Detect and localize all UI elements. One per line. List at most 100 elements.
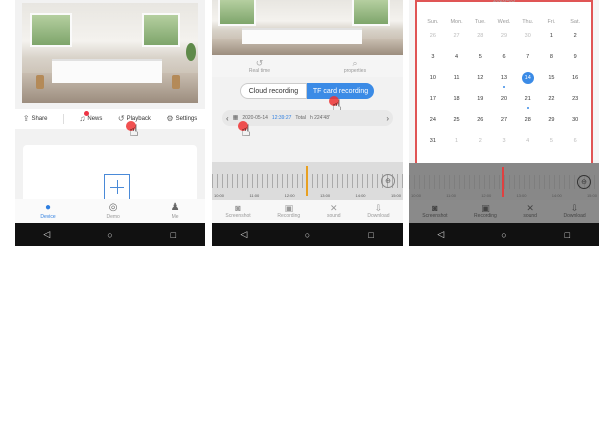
calendar-day[interactable]: 30 xyxy=(563,112,587,133)
calendar-day[interactable]: 3 xyxy=(492,133,516,154)
properties-button[interactable]: ⌕ properties xyxy=(344,58,366,74)
calendar-day-number: 15 xyxy=(548,75,555,81)
tab-me[interactable]: ♟ Me xyxy=(171,202,180,220)
calendar-day[interactable]: 5 xyxy=(468,49,492,70)
camera-preview[interactable] xyxy=(212,0,403,55)
calendar-day[interactable]: 4 xyxy=(516,133,540,154)
news-button[interactable]: ♫ News xyxy=(79,111,102,123)
realtime-button[interactable]: ↺ Real time xyxy=(249,58,270,74)
timeline-label: 15:00 xyxy=(390,193,401,198)
calendar-day[interactable]: 22 xyxy=(540,91,564,112)
calendar-day[interactable]: 25 xyxy=(445,112,469,133)
tab-demo[interactable]: ◎ Demo xyxy=(106,202,120,220)
calendar-day[interactable]: 1 xyxy=(445,133,469,154)
calendar-day[interactable]: 2 xyxy=(468,133,492,154)
camera-preview[interactable] xyxy=(22,3,198,103)
hand-pointer-icon: ☝ xyxy=(241,123,251,140)
download-button[interactable]: ⇩ Download xyxy=(367,204,389,220)
record-icon: ▣ xyxy=(481,203,490,213)
home-icon[interactable]: ○ xyxy=(297,230,317,240)
calendar-day[interactable]: 5 xyxy=(540,133,564,154)
calendar-day-number: 4 xyxy=(526,138,530,144)
prev-day-button[interactable]: ‹ xyxy=(226,114,229,123)
room-window xyxy=(30,13,72,47)
weekday-header: Sun. xyxy=(427,19,439,25)
calendar-day[interactable]: 4 xyxy=(445,49,469,70)
calendar-day[interactable]: 6 xyxy=(563,133,587,154)
android-nav-bar: ◁ ○ □ xyxy=(409,223,599,246)
timeline-label: 11:00 xyxy=(446,193,456,198)
calendar-day[interactable]: 28 xyxy=(468,28,492,49)
share-button[interactable]: ⇪ Share xyxy=(23,115,48,123)
calendar-day[interactable]: 26 xyxy=(421,28,445,49)
recent-apps-icon[interactable]: □ xyxy=(361,230,381,240)
calendar-day[interactable]: 13 xyxy=(492,70,516,91)
add-device-button[interactable] xyxy=(104,174,130,200)
timeline-label: 12:00 xyxy=(481,193,492,198)
recording-button[interactable]: ▣ Recording xyxy=(277,204,300,220)
playback-timeline[interactable]: ⊖ 10:00 11:00 12:00 13:00 14:00 15:00 xyxy=(409,163,599,200)
sound-icon: ✕ xyxy=(526,203,534,213)
calendar-day[interactable]: 16 xyxy=(563,70,587,91)
calendar-day[interactable]: 6 xyxy=(492,49,516,70)
calendar-day[interactable]: 30 xyxy=(516,28,540,49)
calendar-day[interactable]: 12 xyxy=(468,70,492,91)
calendar-day[interactable]: 1 xyxy=(540,28,564,49)
playback-timeline[interactable]: ⊖ 10:00 11:00 12:00 13:00 14:00 15:00 xyxy=(212,162,403,200)
calendar-day[interactable]: 10 xyxy=(421,70,445,91)
back-icon[interactable]: ◁ xyxy=(37,229,57,240)
calendar-day[interactable]: 17 xyxy=(421,91,445,112)
recent-apps-icon[interactable]: □ xyxy=(163,230,183,240)
back-icon[interactable]: ◁ xyxy=(431,229,451,240)
calendar-day-number: 2 xyxy=(478,138,482,144)
calendar-day[interactable]: 19 xyxy=(468,91,492,112)
total-label: Total xyxy=(295,115,306,121)
calendar-day[interactable]: 31 xyxy=(421,133,445,154)
next-day-button[interactable]: › xyxy=(386,114,389,123)
calendar-day[interactable]: 29 xyxy=(540,112,564,133)
calendar-day[interactable]: 11 xyxy=(445,70,469,91)
calendar-day[interactable]: 18 xyxy=(445,91,469,112)
calendar-day[interactable]: 3 xyxy=(421,49,445,70)
calendar-day[interactable]: 23 xyxy=(563,91,587,112)
calendar-day[interactable]: 21 xyxy=(516,91,540,112)
calendar-day[interactable]: 29 xyxy=(492,28,516,49)
recent-apps-icon[interactable]: □ xyxy=(557,230,577,240)
zoom-icon[interactable]: ⊖ xyxy=(577,175,591,189)
screenshot-button[interactable]: ◙ Screenshot xyxy=(422,204,447,220)
sound-button[interactable]: ✕ sound xyxy=(523,203,537,220)
recording-button[interactable]: ▣ Recording xyxy=(474,203,497,220)
calendar-day-number: 14 xyxy=(521,72,534,84)
bell-icon: ♫ xyxy=(79,114,86,123)
calendar-day[interactable]: 27 xyxy=(445,28,469,49)
calendar-day-number: 27 xyxy=(500,117,508,123)
calendar-day[interactable]: 7 xyxy=(516,49,540,70)
download-button[interactable]: ⇩ Download xyxy=(563,203,585,220)
download-icon: ⇩ xyxy=(570,203,579,213)
home-icon[interactable]: ○ xyxy=(494,230,514,240)
weekday-header: Thu. xyxy=(522,19,534,25)
back-icon[interactable]: ◁ xyxy=(234,229,254,240)
timeline-playhead[interactable] xyxy=(306,166,308,196)
calendar-day[interactable]: 26 xyxy=(468,112,492,133)
calendar-day-selected[interactable]: 14 xyxy=(516,70,540,91)
calendar-day[interactable]: 9 xyxy=(563,49,587,70)
sound-button[interactable]: ✕ sound xyxy=(327,204,341,220)
calendar-day[interactable]: 24 xyxy=(421,112,445,133)
screenshot-button[interactable]: ◙ Screenshot xyxy=(225,204,250,220)
tab-demo-label: Demo xyxy=(106,213,120,220)
settings-button[interactable]: ⚙ Settings xyxy=(166,115,197,123)
cloud-recording-tab[interactable]: Cloud recording xyxy=(240,83,307,99)
calendar-day[interactable]: 28 xyxy=(516,112,540,133)
calendar-day[interactable]: 2 xyxy=(563,28,587,49)
calendar-day[interactable]: 15 xyxy=(540,70,564,91)
room-counter xyxy=(52,59,162,83)
calendar-day[interactable]: 27 xyxy=(492,112,516,133)
calendar-day[interactable]: 8 xyxy=(540,49,564,70)
calendar-day-number: 7 xyxy=(526,54,530,60)
tab-device[interactable]: ● Device xyxy=(40,202,55,220)
home-icon[interactable]: ○ xyxy=(100,230,120,240)
zoom-icon[interactable]: ⊖ xyxy=(381,174,395,188)
calendar-day[interactable]: 20 xyxy=(492,91,516,112)
calendar-day-number: 17 xyxy=(429,96,436,102)
